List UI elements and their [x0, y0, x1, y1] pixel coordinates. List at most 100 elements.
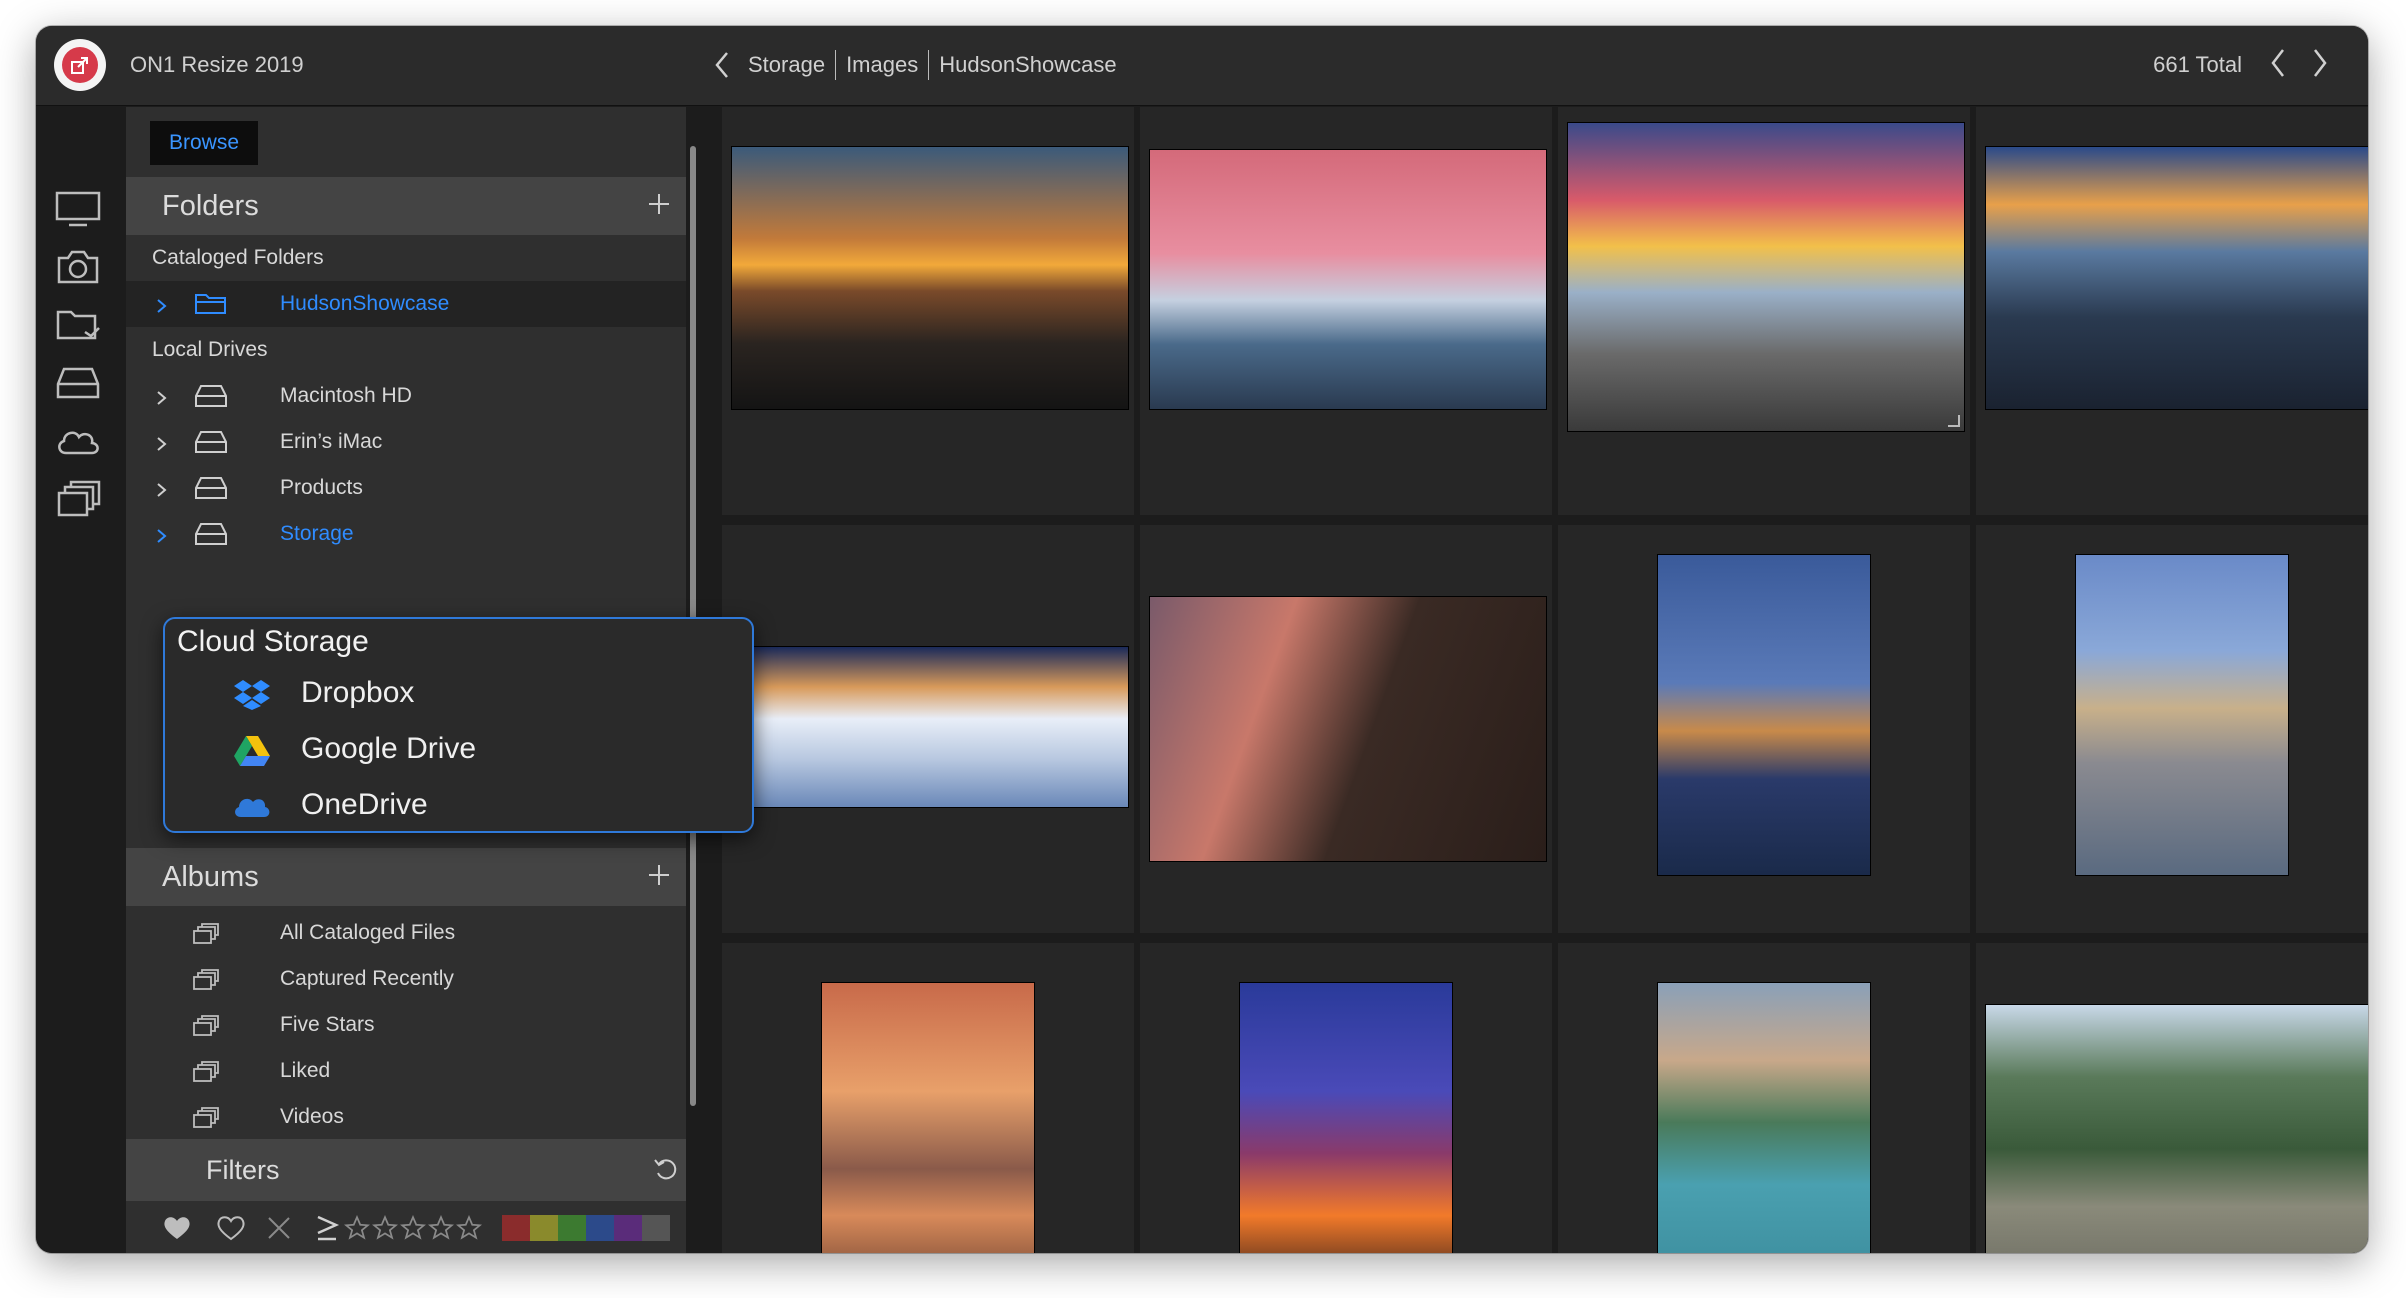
album-item-liked[interactable]: Liked — [126, 1048, 686, 1094]
album-icon — [192, 969, 220, 997]
album-label: All Cataloged Files — [280, 921, 456, 944]
thumbnail-cell[interactable] — [1558, 525, 1970, 933]
album-icon — [192, 923, 220, 951]
chevron-right-icon[interactable] — [156, 296, 168, 320]
thumbnail-sunset-seascape-rocks[interactable] — [1568, 123, 1964, 431]
thumbnail-woman-on-stone-wall[interactable] — [1986, 1005, 2368, 1253]
thumbnail-cell[interactable] — [722, 107, 1134, 515]
cloud-item-onedrive[interactable]: OneDrive — [165, 779, 752, 831]
total-count: 661 Total — [2153, 52, 2242, 77]
thumbnail-photographer-with-camera[interactable] — [1150, 597, 1546, 861]
color-label-filter[interactable] — [502, 1215, 670, 1241]
drive-label: Products — [280, 476, 363, 499]
star-icon — [344, 1215, 370, 1240]
folder-item-hudsonshowcase[interactable]: HudsonShowcase — [126, 281, 686, 327]
album-item-five-stars[interactable]: Five Stars — [126, 1002, 686, 1048]
albums-header[interactable]: Albums — [126, 848, 686, 906]
drive-label: Storage — [280, 522, 354, 545]
breadcrumb-hudsonshowcase[interactable]: HudsonShowcase — [939, 52, 1116, 78]
chevron-right-icon[interactable] — [156, 526, 168, 550]
drive-item-erins-imac[interactable]: Erin’s iMac — [126, 419, 686, 465]
thumbnail-snowy-mountain-ridge[interactable] — [732, 647, 1128, 807]
breadcrumb-images[interactable]: Images — [846, 52, 918, 78]
thumbnail-beach-crowd-positano[interactable] — [1658, 983, 1870, 1253]
album-label: Five Stars — [280, 1013, 375, 1036]
previous-arrow-icon[interactable] — [2270, 48, 2286, 83]
title-bar: ON1 Resize 2019 Storage Images HudsonSho… — [36, 26, 2368, 106]
album-icon — [192, 1015, 220, 1043]
thumbnail-sunset-rocky-coast[interactable] — [732, 147, 1128, 409]
albums-section: Albums All Cataloged Files Captured Rece… — [126, 848, 686, 1140]
breadcrumb-storage[interactable]: Storage — [748, 52, 825, 78]
thumbnail-cell[interactable] — [722, 525, 1134, 933]
cloud-item-google-drive[interactable]: Google Drive — [165, 723, 752, 775]
album-item-all-cataloged-files[interactable]: All Cataloged Files — [126, 910, 686, 956]
heart-filled-icon[interactable] — [162, 1215, 192, 1246]
drive-icon — [194, 384, 228, 414]
color-swatch-yellow[interactable] — [530, 1215, 558, 1241]
thumbnail-mosque-night-reflection[interactable] — [1658, 555, 1870, 875]
thumbnail-cell[interactable] — [1140, 525, 1552, 933]
filters-title: Filters — [206, 1154, 280, 1185]
star-rating-filter[interactable] — [344, 1215, 482, 1241]
page-nav — [2270, 48, 2328, 83]
star-icon — [456, 1215, 482, 1240]
folders-header[interactable]: Folders — [126, 177, 686, 235]
thumbnail-cell[interactable] — [1140, 943, 1552, 1253]
browse-tab[interactable]: Browse — [150, 121, 258, 165]
monitor-icon[interactable] — [54, 189, 102, 229]
chevron-right-icon[interactable] — [156, 480, 168, 504]
reset-filters-icon[interactable] — [652, 1155, 680, 1190]
google-drive-icon — [233, 731, 271, 769]
albums-icon[interactable] — [54, 479, 102, 519]
dropbox-icon — [233, 675, 271, 713]
greater-equal-icon[interactable] — [314, 1213, 340, 1248]
thumbnail-cell[interactable] — [1558, 107, 1970, 515]
resize-logo-icon — [62, 47, 98, 83]
heart-outline-icon[interactable] — [216, 1215, 246, 1246]
drive-icon[interactable] — [54, 363, 102, 403]
module-rail — [36, 107, 126, 1253]
drive-item-macintosh-hd[interactable]: Macintosh HD — [126, 373, 686, 419]
thumbnail-cell[interactable] — [1558, 943, 1970, 1253]
chevron-right-icon[interactable] — [156, 434, 168, 458]
reject-x-icon[interactable] — [266, 1215, 292, 1246]
breadcrumb-back-icon[interactable] — [714, 51, 730, 79]
chevron-right-icon[interactable] — [156, 388, 168, 412]
breadcrumb-divider — [835, 50, 837, 80]
album-item-captured-recently[interactable]: Captured Recently — [126, 956, 686, 1002]
cloud-item-dropbox[interactable]: Dropbox — [165, 667, 752, 719]
color-swatch-none[interactable] — [642, 1215, 670, 1241]
add-album-icon[interactable] — [644, 860, 674, 898]
thumbnail-pink-sky-mount-hood[interactable] — [1150, 150, 1546, 409]
thumbnail-cell[interactable] — [1976, 107, 2368, 515]
folder-icon[interactable] — [54, 305, 102, 345]
cloud-item-label: Dropbox — [301, 676, 415, 709]
thumbnail-cell[interactable] — [722, 943, 1134, 1253]
add-folder-icon[interactable] — [644, 189, 674, 227]
album-label: Liked — [280, 1059, 331, 1082]
thumbnail-cell[interactable] — [1976, 943, 2368, 1253]
drive-item-storage[interactable]: Storage — [126, 511, 686, 557]
cloud-icon[interactable] — [54, 421, 102, 461]
album-icon — [192, 1107, 220, 1135]
thumbnail-cell[interactable] — [1976, 525, 2368, 933]
camera-icon[interactable] — [54, 247, 102, 287]
thumbnail-blue-hour-tide-pools[interactable] — [1986, 147, 2368, 409]
thumbnail-blue-mosque-courtyard[interactable] — [2076, 555, 2288, 875]
filters-header[interactable]: Filters — [126, 1139, 686, 1201]
thumbnail-volcano-eruption[interactable] — [1240, 983, 1452, 1253]
filter-controls — [126, 1207, 686, 1247]
next-arrow-icon[interactable] — [2312, 48, 2328, 83]
album-label: Videos — [280, 1105, 344, 1128]
color-swatch-red[interactable] — [502, 1215, 530, 1241]
drive-item-products[interactable]: Products — [126, 465, 686, 511]
folders-title: Folders — [162, 189, 259, 222]
thumbnail-sailboats-sunset[interactable] — [822, 983, 1034, 1253]
color-swatch-purple[interactable] — [614, 1215, 642, 1241]
color-swatch-green[interactable] — [558, 1215, 586, 1241]
album-item-videos[interactable]: Videos — [126, 1094, 686, 1140]
app-logo[interactable] — [54, 39, 106, 91]
color-swatch-blue[interactable] — [586, 1215, 614, 1241]
thumbnail-cell[interactable] — [1140, 107, 1552, 515]
